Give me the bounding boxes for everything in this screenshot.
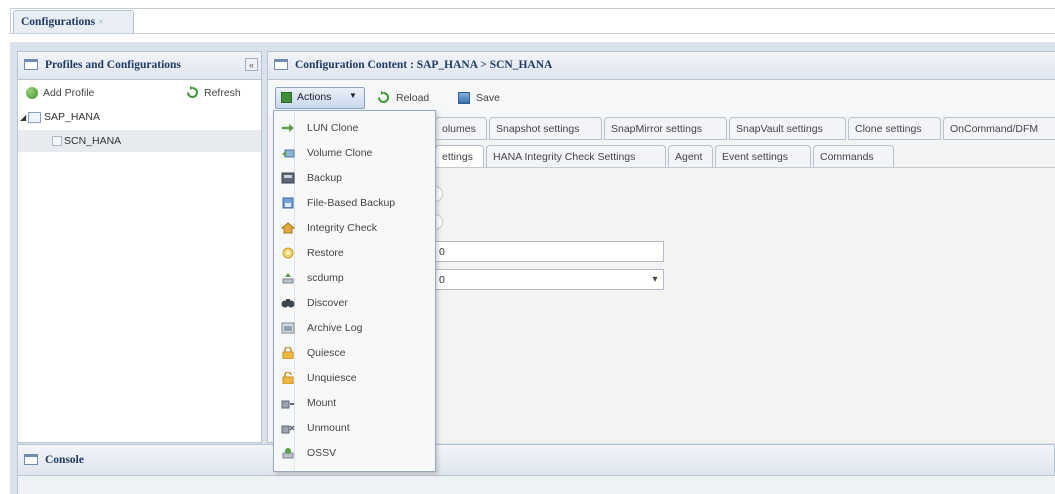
select-chevron-icon[interactable]: ▾ — [647, 271, 663, 288]
unmount-icon — [281, 422, 295, 434]
actions-label: Actions — [297, 91, 332, 103]
panel-window-icon — [274, 59, 288, 70]
right-panel-title: Configuration Content : SAP_HANA > SCN_H… — [295, 59, 553, 71]
tree-item-sap-hana[interactable]: SAP_HANA — [44, 111, 100, 123]
mount-icon — [281, 397, 295, 409]
refresh-icon[interactable] — [186, 86, 199, 102]
menu-item-ossv[interactable] — [274, 443, 435, 465]
top-tab-bar — [10, 8, 1055, 34]
menu-item-label: Quiesce — [307, 347, 346, 359]
file-backup-icon — [281, 197, 295, 209]
tab-volumes[interactable]: olumes — [435, 117, 487, 140]
discover-icon — [281, 297, 295, 309]
text-field[interactable]: 0 — [435, 241, 664, 262]
console-title: Console — [45, 454, 84, 466]
menu-item-restore[interactable] — [274, 243, 435, 265]
quiesce-icon — [281, 346, 295, 360]
menu-item-label: Unmount — [307, 422, 350, 434]
config-file-icon — [52, 136, 62, 146]
console-header — [17, 444, 1055, 476]
menu-item-label: Integrity Check — [307, 222, 378, 234]
panel-window-icon — [24, 59, 38, 70]
tree-item-scn-hana[interactable]: SCN_HANA — [64, 135, 121, 147]
collapse-panel-button[interactable]: « — [245, 58, 258, 71]
restore-icon — [281, 247, 295, 259]
add-profile-icon[interactable] — [26, 87, 38, 99]
tab-close-icon[interactable]: × — [98, 17, 104, 28]
reload-button[interactable]: Reload — [396, 92, 429, 104]
refresh-button[interactable]: Refresh — [204, 87, 241, 99]
add-profile-button[interactable]: Add Profile — [43, 87, 94, 99]
unquiesce-icon — [281, 371, 295, 385]
menu-item-label: Mount — [307, 397, 337, 409]
tab-commands[interactable]: Commands — [813, 145, 894, 168]
console-body — [17, 476, 1055, 494]
left-panel-title: Profiles and Configurations — [45, 59, 181, 71]
menu-icon-column-divider — [294, 111, 295, 471]
text-field-value: 0 — [439, 246, 445, 258]
menu-item-label: Backup — [307, 172, 343, 184]
menu-item-label: Discover — [307, 297, 348, 309]
menu-item-label: Restore — [307, 247, 344, 259]
console-window-icon — [24, 454, 38, 465]
volume-clone-icon — [281, 147, 295, 159]
tab-oncommand-dfm[interactable]: OnCommand/DFM — [943, 117, 1055, 140]
menu-item-scdump[interactable] — [274, 268, 435, 290]
menu-item-label: Archive Log — [307, 322, 363, 334]
chevron-down-icon: ▼ — [349, 91, 357, 100]
tree-expand-icon[interactable]: ◢ — [20, 113, 26, 122]
tab-snapmirror-settings[interactable]: SnapMirror settings — [604, 117, 727, 140]
menu-item-discover[interactable] — [274, 293, 435, 315]
select-field[interactable]: 0 — [435, 269, 664, 290]
menu-item-mount[interactable] — [274, 393, 435, 415]
menu-item-label: Volume Clone — [307, 147, 373, 159]
select-field-value: 0 — [439, 274, 445, 286]
menu-item-quiesce[interactable] — [274, 343, 435, 365]
menu-item-label: File-Based Backup — [307, 197, 396, 209]
ossv-icon — [281, 447, 295, 459]
tab-content — [435, 167, 1055, 443]
collapse-chevron-icon: « — [248, 60, 254, 70]
tab-snapshot-settings[interactable]: Snapshot settings — [489, 117, 602, 140]
folder-icon — [28, 112, 41, 123]
menu-item-label: LUN Clone — [307, 122, 359, 134]
tab-hana-integrity-check-settings[interactable]: HANA Integrity Check Settings — [486, 145, 666, 168]
backup-icon — [281, 172, 295, 184]
menu-item-unmount[interactable] — [274, 418, 435, 440]
menu-item-label: Unquiesce — [307, 372, 357, 384]
tab-configurations[interactable]: Configurations × — [13, 10, 134, 33]
menu-item-backup[interactable] — [274, 168, 435, 190]
tab-event-settings[interactable]: Event settings — [715, 145, 811, 168]
tab-configurations-label: Configurations — [21, 16, 96, 28]
actions-icon — [281, 92, 292, 103]
save-icon[interactable] — [458, 92, 470, 104]
lun-clone-icon — [281, 122, 295, 134]
tab-clone-settings[interactable]: Clone settings — [848, 117, 941, 140]
reload-icon[interactable] — [377, 91, 390, 107]
archive-log-icon — [281, 322, 295, 334]
save-button[interactable]: Save — [476, 92, 500, 104]
menu-item-label: OSSV — [307, 447, 337, 459]
tab-general-settings[interactable]: ettings — [435, 145, 484, 168]
menu-item-label: scdump — [307, 272, 344, 284]
tab-snapvault-settings[interactable]: SnapVault settings — [729, 117, 846, 140]
scdump-icon — [281, 272, 295, 284]
tab-agent[interactable]: Agent — [668, 145, 713, 168]
integrity-check-icon — [280, 222, 296, 234]
